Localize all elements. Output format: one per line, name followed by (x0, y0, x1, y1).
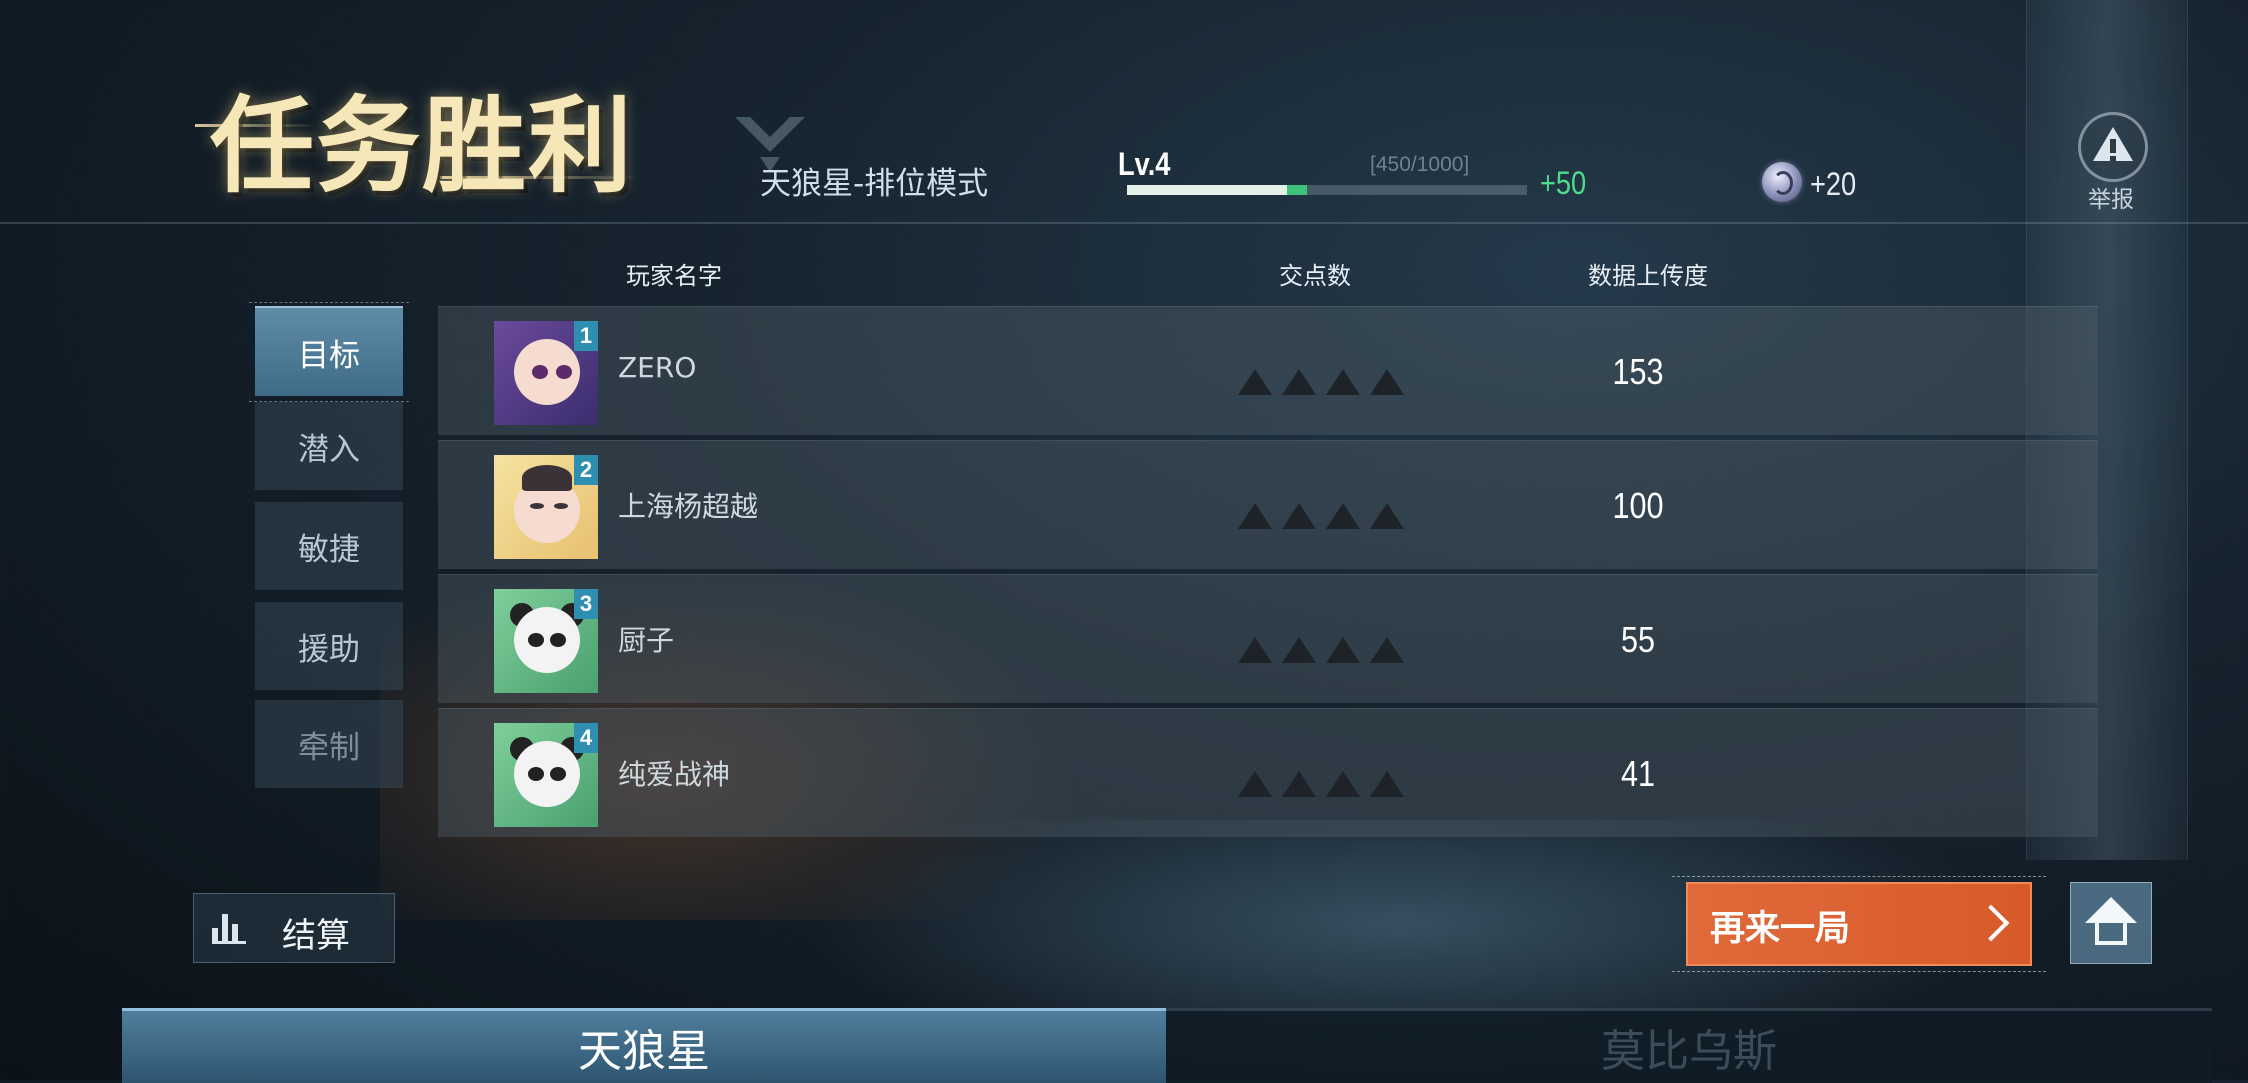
contact-points-triangles (1238, 503, 1404, 529)
column-header-data-upload: 数据上传度 (1588, 262, 1708, 290)
exp-gain-value: +50 (1540, 165, 1587, 201)
rank-badge: 2 (574, 455, 598, 485)
table-row: 3 厨子 55 (438, 574, 2098, 703)
rank-badge: 3 (574, 589, 598, 619)
tab-agility[interactable]: 敏捷 (255, 502, 403, 590)
currency-gain-value: +20 (1810, 166, 1857, 202)
purple-hair-girl-avatar: 1 (494, 321, 598, 425)
player-score: 55 (1620, 619, 1656, 660)
table-row: 2 上海杨超越 100 (438, 440, 2098, 569)
player-score: 41 (1620, 753, 1656, 794)
currency-icon (1762, 162, 1802, 202)
column-header-contact-points: 交点数 (1279, 262, 1351, 290)
tab-objective[interactable]: 目标 (249, 302, 409, 402)
table-header: 玩家名字 交点数 数据上传度 (438, 244, 2098, 300)
settlement-button[interactable]: 结算 (193, 893, 395, 963)
table-row: 4 纯爱战神 41 (438, 708, 2098, 837)
tab-infiltration[interactable]: 潜入 (255, 402, 403, 490)
victory-title: 任务胜利 (210, 85, 635, 207)
dark-hair-boy-avatar: 2 (494, 455, 598, 559)
rank-badge: 4 (574, 723, 598, 753)
settlement-label: 结算 (282, 916, 350, 956)
report-label: 举报 (2088, 187, 2134, 213)
contact-points-triangles (1238, 637, 1404, 663)
team-tab-mobius[interactable]: 莫比乌斯 (1166, 1008, 2212, 1083)
report-button[interactable] (2078, 112, 2148, 182)
player-score: 153 (1612, 351, 1664, 392)
player-score: 100 (1612, 485, 1664, 526)
player-name: 纯爱战神 (618, 758, 731, 791)
tab-containment[interactable]: 牵制 (255, 700, 403, 788)
game-mode-label: 天狼星-排位模式 (760, 166, 989, 202)
contact-points-triangles (1238, 369, 1404, 395)
team-tab-sirius[interactable]: 天狼星 (122, 1008, 1166, 1083)
exp-gain-fill (1287, 185, 1307, 195)
player-name: ZERO (618, 351, 697, 384)
bar-chart-icon (212, 914, 246, 944)
title-block: 任务胜利 (150, 80, 670, 210)
table-row: 1 ZERO 153 (438, 306, 2098, 435)
play-again-label: 再来一局 (1710, 909, 1851, 949)
rank-badge: 1 (574, 321, 598, 351)
contact-points-triangles (1238, 771, 1404, 797)
player-name: 上海杨超越 (618, 490, 759, 523)
home-icon (2085, 897, 2137, 923)
panda-avatar: 3 (494, 589, 598, 693)
player-name: 厨子 (618, 624, 675, 657)
column-header-player-name: 玩家名字 (626, 262, 722, 290)
player-level: Lv.4 (1118, 146, 1171, 182)
play-again-button[interactable]: 再来一局 (1672, 876, 2046, 972)
exp-progress-bar (1127, 185, 1527, 195)
tab-assist[interactable]: 援助 (255, 602, 403, 690)
exp-progress-fill (1127, 185, 1287, 195)
home-button[interactable] (2070, 882, 2152, 964)
exp-counter: [450/1000] (1370, 153, 1470, 176)
chevron-right-icon (1972, 904, 2010, 942)
panda-avatar: 4 (494, 723, 598, 827)
